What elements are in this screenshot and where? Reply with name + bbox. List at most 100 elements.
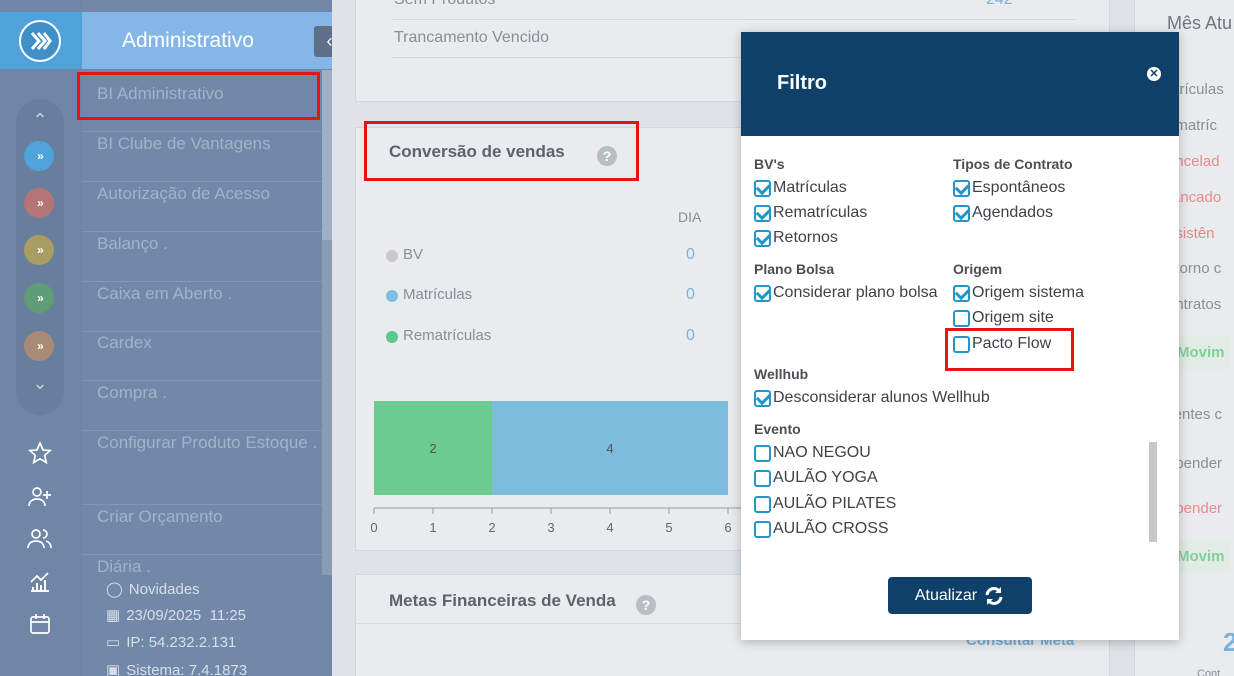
col-header-dia: DIA [678, 209, 702, 225]
star-icon[interactable] [26, 440, 54, 466]
checkbox-label: AULÃO YOGA [773, 469, 878, 486]
checkbox-nao-negou[interactable]: NAO NEGOU [754, 444, 871, 462]
monitor-icon: ▭ [106, 634, 121, 651]
menu-item-balanco[interactable]: Balanço . [82, 232, 322, 282]
filter-section-bolsa: Plano Bolsa [754, 261, 835, 277]
metas-title: Metas Financeiras de Venda [389, 591, 616, 610]
checked-box-icon[interactable] [953, 179, 970, 197]
x-tick-label: 1 [429, 520, 436, 535]
checkbox-label: NAO NEGOU [773, 444, 871, 461]
unchecked-box-icon[interactable] [754, 444, 771, 462]
unchecked-box-icon[interactable] [754, 469, 771, 487]
ip-info: ▭ IP: 54.232.2.131 [106, 633, 237, 652]
atualizar-button[interactable]: Atualizar [888, 577, 1032, 614]
row-label: Trancamento Vencido [394, 29, 550, 46]
module-icon-adm[interactable]: » [24, 141, 54, 171]
checkbox-considerar-plano-bolsa[interactable]: Considerar plano bolsa [754, 284, 938, 302]
conversion-row-value[interactable]: 0 [686, 286, 695, 304]
checked-box-icon[interactable] [754, 229, 771, 247]
checkbox-label: Desconsiderar alunos Wellhub [773, 389, 990, 406]
right-panel-title: Mês Atu [1167, 13, 1233, 33]
x-tick-label: 6 [724, 520, 731, 535]
chevron-down-icon[interactable]: ⌄ [24, 373, 56, 393]
highlight-pacto-flow [945, 328, 1074, 371]
checkbox-origem-site[interactable]: Origem site [953, 309, 1054, 327]
checked-box-icon[interactable] [754, 284, 771, 302]
cube-icon: ▣ [106, 662, 121, 676]
menu-item-caixa[interactable]: Caixa em Aberto . [82, 282, 322, 332]
unchecked-box-icon[interactable] [754, 495, 771, 513]
checkbox-origem-sistema[interactable]: Origem sistema [953, 284, 1084, 302]
close-icon[interactable]: ✕ [1147, 67, 1161, 81]
right-panel-number: 2 [1223, 627, 1234, 657]
legend-dot [386, 331, 398, 343]
checked-box-icon[interactable] [754, 179, 771, 197]
help-icon[interactable]: ? [636, 595, 656, 615]
chart-icon[interactable] [26, 569, 54, 595]
unchecked-box-icon[interactable] [754, 520, 771, 538]
checkbox-label: Rematrículas [773, 204, 868, 221]
add-user-icon[interactable] [26, 484, 54, 510]
news-link[interactable]: ◯ Novidades [106, 580, 200, 599]
module-icon-treino[interactable]: » [24, 283, 54, 313]
filter-section-origem: Origem [953, 261, 1003, 277]
checkbox-label: Origem site [972, 309, 1054, 326]
menu-item-configurar-produto[interactable]: Configurar Produto Estoque . [82, 431, 322, 505]
highlight-bi-administrativo [77, 72, 320, 120]
menu-item-compra[interactable]: Compra . [82, 381, 322, 431]
checkbox-desconsiderar-alunos-wellhub[interactable]: Desconsiderar alunos Wellhub [754, 389, 990, 407]
checkbox-label: Espontâneos [972, 179, 1066, 196]
conversion-row-value[interactable]: 0 [686, 246, 695, 264]
checked-box-icon[interactable] [754, 204, 771, 222]
checkbox-rematriculas[interactable]: Rematrículas [754, 204, 867, 222]
menu-scrollbar[interactable] [322, 70, 332, 575]
checked-box-icon[interactable] [754, 389, 771, 407]
right-panel-sub: Cont [1197, 668, 1221, 676]
checkbox-matriculas[interactable]: Matrículas [754, 179, 847, 197]
checkbox-espontaneos[interactable]: Espontâneos [953, 179, 1065, 197]
checkbox-label: Considerar plano bolsa [773, 284, 938, 301]
checkbox-aulao-pilates[interactable]: AULÃO PILATES [754, 495, 896, 513]
x-tick-label: 0 [370, 520, 377, 535]
x-tick-label: 4 [606, 520, 613, 535]
conversion-row-label: BV [403, 246, 424, 263]
conversion-row-value[interactable]: 0 [686, 327, 695, 345]
conversion-chart: 2 4 0 1 2 3 4 5 6 [370, 401, 748, 535]
filter-section-contract: Tipos de Contrato [953, 156, 1073, 172]
system-version: ▣ Sistema: 7.4.1873 [106, 661, 247, 676]
bar-label: 2 [429, 441, 436, 456]
filter-section-bvs: BV's [754, 156, 785, 172]
checkbox-aulao-yoga[interactable]: AULÃO YOGA [754, 469, 878, 487]
filter-header: Filtro ✕ [741, 32, 1179, 136]
filter-section-wellhub: Wellhub [754, 366, 809, 382]
legend-dot [386, 290, 398, 302]
chevron-up-icon[interactable]: ⌃ [24, 110, 56, 130]
legend-dot [386, 250, 398, 262]
bar-label: 4 [606, 441, 613, 456]
menu-item-cardex[interactable]: Cardex [82, 331, 322, 381]
checkbox-retornos[interactable]: Retornos [754, 229, 838, 247]
datetime: ▦ 23/09/2025 11:25 [106, 606, 247, 625]
checked-box-icon[interactable] [953, 284, 970, 302]
menu-item-criar-orcamento[interactable]: Criar Orçamento [82, 505, 322, 555]
x-tick-label: 2 [488, 520, 495, 535]
checkbox-agendados[interactable]: Agendados [953, 204, 1053, 222]
users-icon[interactable] [26, 526, 54, 552]
unchecked-box-icon[interactable] [953, 309, 970, 327]
module-icon-crm[interactable]: » [24, 188, 54, 218]
row-value[interactable]: 242 [986, 0, 1013, 9]
calendar-icon[interactable] [26, 611, 54, 637]
bulb-icon: ◯ [106, 581, 123, 598]
filter-title: Filtro [777, 72, 827, 94]
menu-item-bi-clube[interactable]: BI Clube de Vantagens [82, 132, 322, 182]
module-icon-fin[interactable]: » [24, 235, 54, 265]
checkbox-aulao-cross[interactable]: AULÃO CROSS [754, 520, 889, 538]
checked-box-icon[interactable] [953, 204, 970, 222]
checkbox-label: Agendados [972, 204, 1053, 221]
evento-scrollbar[interactable] [1149, 442, 1157, 542]
menu-title: Administrativo [82, 12, 332, 69]
menu-item-autorizacao[interactable]: Autorização de Acesso [82, 182, 322, 232]
app-logo[interactable] [0, 12, 82, 69]
module-icon-other[interactable]: » [24, 331, 54, 361]
x-tick-label: 3 [547, 520, 554, 535]
